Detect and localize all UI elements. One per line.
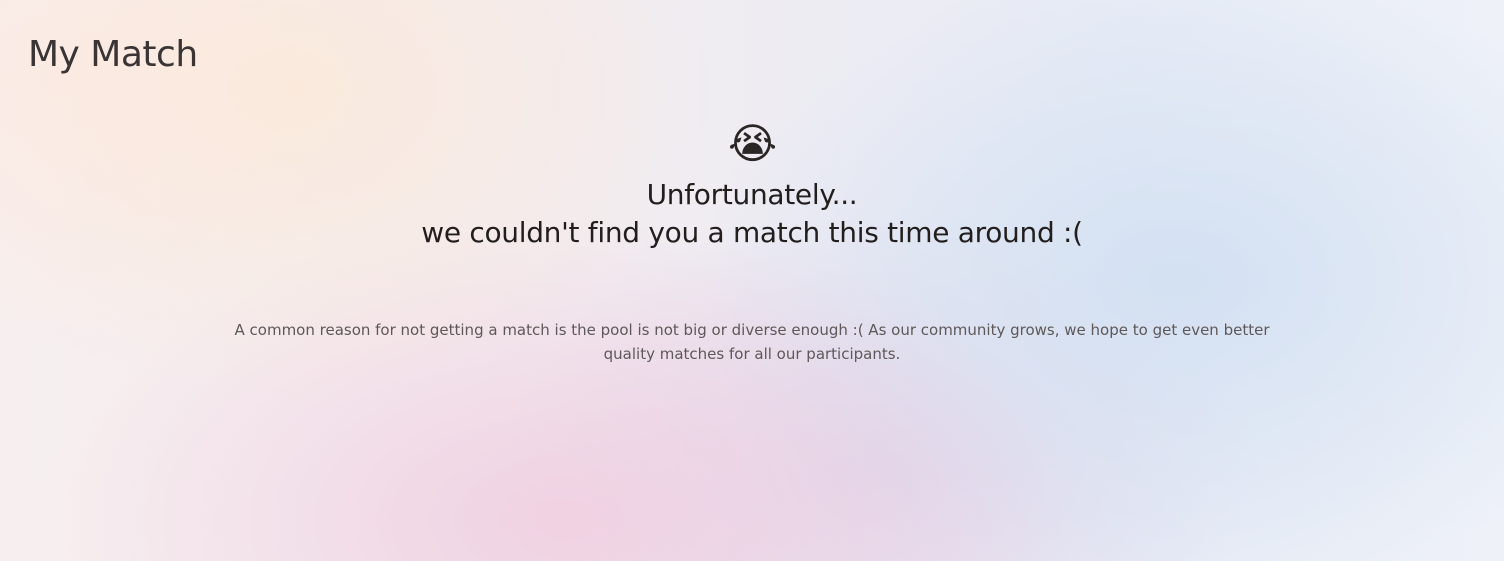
headline-line-2: we couldn't find you a match this time a… <box>421 216 1083 249</box>
match-page: My Match 😭 Unfortunately... we couldn't … <box>0 0 1504 561</box>
no-match-explanation: A common reason for not getting a match … <box>234 321 1270 363</box>
no-match-headline: Unfortunately... we couldn't find you a … <box>0 176 1504 252</box>
headline-line-1: Unfortunately... <box>646 178 858 211</box>
page-title: My Match <box>28 34 198 75</box>
crying-face-icon: 😭 <box>728 119 778 168</box>
no-match-message: 😭 Unfortunately... we couldn't find you … <box>0 120 1504 366</box>
